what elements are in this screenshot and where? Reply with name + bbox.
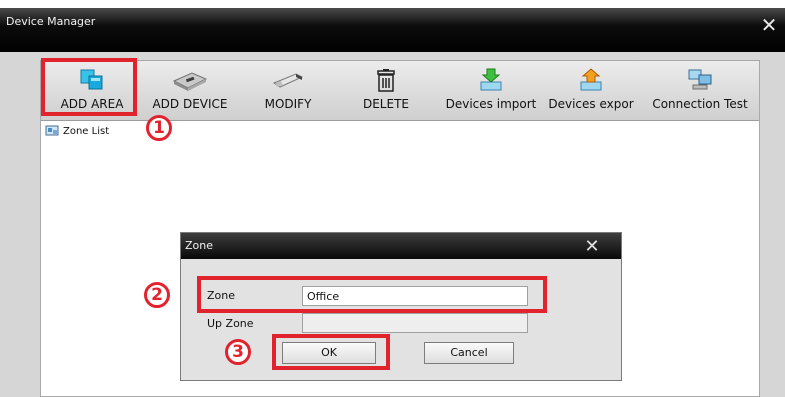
- delete-button[interactable]: DELETE: [337, 61, 435, 121]
- window-titlebar: Device Manager ✕: [0, 8, 785, 52]
- zone-dialog-titlebar: Zone ✕: [181, 233, 621, 259]
- connection-test-button[interactable]: Connection Test: [641, 61, 759, 121]
- devices-export-icon: [541, 67, 641, 93]
- devices-import-icon: [441, 67, 541, 93]
- devices-import-button[interactable]: Devices import: [441, 61, 541, 121]
- add-device-icon: [141, 67, 239, 93]
- modify-icon: [239, 67, 337, 93]
- up-zone-field-label: Up Zone: [207, 317, 254, 330]
- delete-label: DELETE: [362, 97, 409, 111]
- modify-label: MODIFY: [264, 97, 312, 111]
- connection-test-icon: [641, 67, 759, 93]
- add-device-button[interactable]: ADD DEVICE: [141, 61, 239, 121]
- delete-icon: [337, 67, 435, 93]
- devices-export-button[interactable]: Devices expor: [541, 61, 641, 121]
- zone-dialog-title: Zone: [185, 239, 214, 252]
- ok-button-highlight: [272, 334, 390, 370]
- zone-field-highlight: [197, 276, 547, 313]
- step-1-badge: 1: [146, 115, 172, 141]
- close-icon[interactable]: ✕: [581, 236, 603, 258]
- add-area-highlight: [41, 58, 137, 116]
- connection-test-label: Connection Test: [652, 97, 748, 111]
- add-device-label: ADD DEVICE: [152, 97, 228, 111]
- toolbar: ADD AREA ADD DEVICE MODIFY DELETE Device…: [41, 61, 759, 121]
- cancel-button[interactable]: Cancel: [424, 342, 514, 364]
- modify-button[interactable]: MODIFY: [239, 61, 337, 121]
- window-title: Device Manager: [6, 15, 96, 28]
- zone-list-icon: [45, 125, 59, 136]
- step-2-badge: 2: [144, 282, 170, 308]
- devices-export-label: Devices expor: [548, 97, 634, 111]
- up-zone-field[interactable]: [302, 313, 528, 333]
- close-icon[interactable]: ✕: [758, 14, 780, 36]
- zone-list-label: Zone List: [63, 125, 110, 137]
- devices-import-label: Devices import: [445, 97, 537, 111]
- zone-list-node[interactable]: Zone List: [45, 123, 109, 139]
- step-3-badge: 3: [225, 339, 251, 365]
